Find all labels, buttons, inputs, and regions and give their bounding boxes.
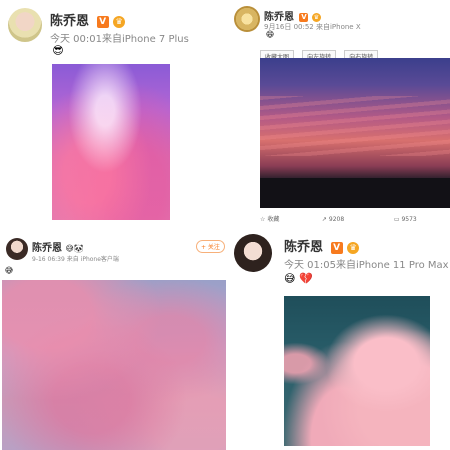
post-image[interactable] bbox=[284, 296, 430, 446]
favorite-action[interactable]: ☆ 收藏 bbox=[260, 214, 320, 223]
post-panel-3: 陈乔恩 😅🐼 9-16 06:39 来自 iPhone客户端 + 关注 😅 bbox=[0, 230, 228, 450]
avatar[interactable] bbox=[234, 234, 272, 272]
follow-button[interactable]: + 关注 bbox=[196, 240, 225, 253]
comment-icon: ▭ bbox=[393, 216, 400, 223]
user-badges: 😅🐼 bbox=[65, 244, 84, 253]
username[interactable]: 陈乔恩 V ♛ bbox=[50, 10, 126, 29]
reaction-emojis: 😅 💔 bbox=[284, 272, 313, 285]
post-image[interactable] bbox=[260, 58, 450, 208]
timestamp: 今天 01:05来自iPhone 11 Pro Max bbox=[284, 260, 449, 271]
timestamp: 9-16 06:39 来自 iPhone客户端 bbox=[32, 256, 119, 263]
star-icon: ☆ bbox=[260, 216, 266, 223]
timestamp: 9月16日 00:52 来自iPhone X bbox=[264, 23, 361, 31]
avatar[interactable] bbox=[8, 8, 42, 42]
verified-badge: V bbox=[96, 15, 109, 28]
share-action[interactable]: ↗ 9208 bbox=[322, 216, 392, 223]
crown-icon: ♛ bbox=[347, 241, 360, 254]
reaction-emoji: 😅 bbox=[4, 266, 14, 275]
post-image[interactable] bbox=[52, 64, 170, 220]
post-panel-4: 陈乔恩 V ♛ 今天 01:05来自iPhone 11 Pro Max 😅 💔 bbox=[228, 228, 450, 450]
timestamp: 今天 00:01来自iPhone 7 Plus bbox=[50, 34, 189, 45]
action-bar: ☆ 收藏 ↗ 9208 ▭ 9573 bbox=[260, 214, 450, 223]
reaction-emoji: 😄 bbox=[265, 30, 275, 39]
crown-icon: ♛ bbox=[311, 12, 321, 22]
sweat-smile-emoji-icon: 😅 bbox=[284, 272, 296, 285]
username[interactable]: 陈乔恩 😅🐼 bbox=[32, 239, 84, 254]
post-panel-2: 陈乔恩 V ♛ 9月16日 00:52 来自iPhone X 😄 收藏大图 向左… bbox=[228, 0, 450, 228]
post-image[interactable] bbox=[2, 280, 226, 450]
verified-badge: V bbox=[299, 12, 309, 22]
crown-icon: ♛ bbox=[113, 15, 126, 28]
username[interactable]: 陈乔恩 V ♛ bbox=[284, 236, 360, 255]
avatar[interactable] bbox=[234, 6, 260, 32]
comment-action[interactable]: ▭ 9573 bbox=[394, 216, 444, 223]
post-panel-1: 陈乔恩 V ♛ 今天 00:01来自iPhone 7 Plus 😎 bbox=[0, 0, 222, 228]
username[interactable]: 陈乔恩 V ♛ bbox=[264, 8, 321, 23]
cloud-streaks bbox=[260, 95, 450, 156]
avatar[interactable] bbox=[6, 238, 28, 260]
horizon-silhouette bbox=[260, 178, 450, 208]
verified-badge: V bbox=[330, 241, 343, 254]
share-icon: ↗ bbox=[321, 216, 327, 223]
reaction-emoji: 😎 bbox=[52, 44, 64, 57]
broken-heart-emoji-icon: 💔 bbox=[298, 272, 313, 285]
